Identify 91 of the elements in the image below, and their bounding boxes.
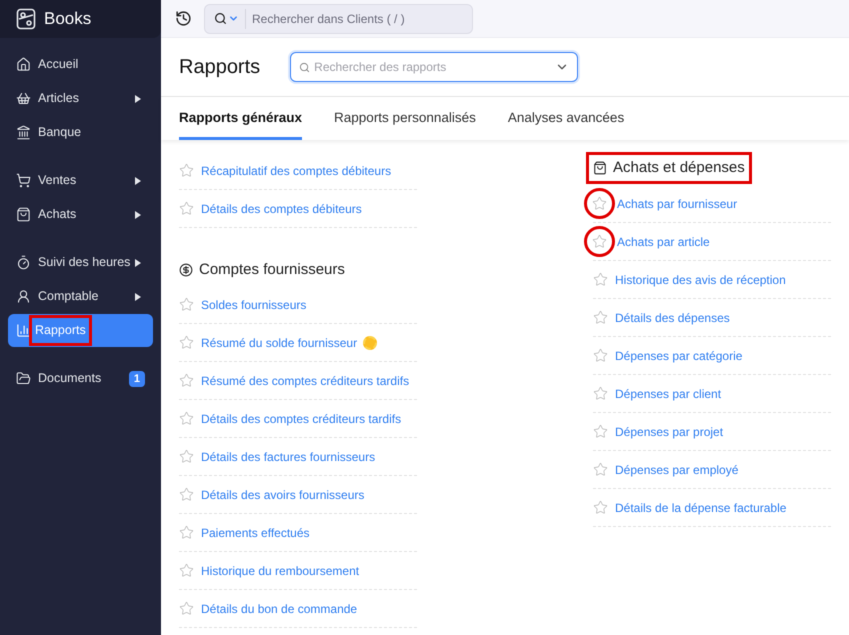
favorite-star-icon[interactable] <box>179 335 194 350</box>
report-link[interactable]: Détails du bon de commande <box>201 600 358 618</box>
report-link[interactable]: Achats par fournisseur <box>617 194 738 212</box>
sidebar-label: Rapports <box>35 323 86 338</box>
sidebar-label: Documents <box>38 370 102 388</box>
report-link[interactable]: Détails des comptes débiteurs <box>201 200 362 218</box>
submenu-arrow-icon <box>135 94 141 102</box>
favorite-star-icon[interactable] <box>593 500 608 515</box>
search-input[interactable]: Rechercher des rapports <box>314 58 556 76</box>
report-tab[interactable]: Rapports personnalisés <box>334 108 476 140</box>
favorite-star-icon[interactable] <box>593 310 608 325</box>
favorite-star-icon[interactable] <box>179 163 194 178</box>
report-link[interactable]: Achats par article <box>617 232 710 250</box>
favorite-star-icon[interactable] <box>592 234 607 249</box>
sidebar-item[interactable]: Articles <box>8 82 153 115</box>
cart-icon <box>16 173 31 188</box>
sidebar-item[interactable]: Rapports <box>8 314 153 347</box>
count-badge: 1 <box>128 370 145 386</box>
app-name: Books <box>44 8 92 30</box>
report-link[interactable]: Dépenses par catégorie <box>615 346 742 364</box>
sidebar-label: Accueil <box>38 56 78 74</box>
sidebar-item[interactable]: Suivi des heures <box>8 246 153 279</box>
report-link[interactable]: Dépenses par client <box>615 384 722 402</box>
favorite-star-icon[interactable] <box>179 601 194 616</box>
sidebar-label: Suivi des heures <box>38 254 130 272</box>
favorite-star-icon[interactable] <box>592 196 607 211</box>
user-icon <box>16 289 31 304</box>
favorite-star-icon[interactable] <box>179 525 194 540</box>
favorite-star-icon[interactable] <box>179 411 194 426</box>
favorite-star-icon[interactable] <box>179 373 194 388</box>
sidebar-item[interactable]: Banque <box>8 116 153 149</box>
favorite-star-icon[interactable] <box>593 386 608 401</box>
favorite-star-icon[interactable] <box>179 449 194 464</box>
report-link[interactable]: Détails des comptes créditeurs tardifs <box>201 410 402 428</box>
report-link[interactable]: Soldes fournisseurs <box>201 296 306 314</box>
report-link[interactable]: Historique des avis de réception <box>615 270 786 288</box>
favorite-star-icon[interactable] <box>593 348 608 363</box>
sidebar-item[interactable]: Documents 1 <box>8 362 153 395</box>
report-link[interactable]: Détails des factures fournisseurs <box>201 448 376 466</box>
sidebar-label: Comptable <box>38 288 98 306</box>
basket-icon <box>16 91 31 106</box>
report-link[interactable]: Détails de la dépense facturable <box>615 498 786 516</box>
bag-icon <box>16 207 31 222</box>
home-icon <box>16 57 31 72</box>
sidebar-label: Articles <box>38 90 79 108</box>
history-icon[interactable] <box>175 10 192 27</box>
search-icon <box>299 62 310 72</box>
new-badge-icon <box>363 336 378 350</box>
report-link[interactable]: Historique du remboursement <box>201 562 360 580</box>
report-link[interactable]: Dépenses par employé <box>615 460 738 478</box>
favorite-star-icon[interactable] <box>593 424 608 439</box>
favorite-star-icon[interactable] <box>179 487 194 502</box>
favorite-star-icon[interactable] <box>593 462 608 477</box>
report-link[interactable]: Résumé du solde fournisseur <box>201 334 358 352</box>
page-title: Rapports <box>179 55 260 80</box>
submenu-arrow-icon <box>135 210 141 218</box>
report-link[interactable]: Détails des dépenses <box>615 308 730 326</box>
search-icon <box>214 12 227 25</box>
sidebar-item[interactable]: Achats <box>8 198 153 231</box>
favorite-star-icon[interactable] <box>179 201 194 216</box>
report-link[interactable]: Résumé des comptes créditeurs tardifs <box>201 372 410 390</box>
favorite-star-icon[interactable] <box>593 272 608 287</box>
report-link[interactable]: Détails des avoirs fournisseurs <box>201 486 364 504</box>
sidebar-item[interactable]: Comptable <box>8 280 153 313</box>
bar-chart-icon <box>16 323 31 338</box>
section-title: Achats et dépenses <box>613 158 745 178</box>
sidebar-item[interactable]: Ventes <box>8 164 153 197</box>
submenu-arrow-icon <box>135 176 141 184</box>
sidebar-label: Banque <box>38 124 82 142</box>
report-link[interactable]: Dépenses par projet <box>615 422 724 440</box>
sidebar-label: Ventes <box>38 172 76 190</box>
sidebar-label: Achats <box>38 206 76 224</box>
bag-icon <box>593 161 607 175</box>
sidebar-item[interactable]: Accueil <box>8 48 153 81</box>
report-tab[interactable]: Rapports généraux <box>179 108 302 140</box>
report-search-field[interactable]: Rechercher des rapports <box>290 52 578 82</box>
folder-icon <box>16 371 31 386</box>
favorite-star-icon[interactable] <box>179 297 194 312</box>
stopwatch-icon <box>16 255 31 270</box>
books-logo-icon <box>16 8 36 30</box>
report-tab[interactable]: Analyses avancées <box>508 108 624 140</box>
submenu-arrow-icon <box>135 258 141 266</box>
favorite-star-icon[interactable] <box>179 563 194 578</box>
search-input[interactable]: Rechercher dans Clients ( / ) <box>252 10 452 28</box>
bank-icon <box>16 125 31 140</box>
report-link[interactable]: Paiements effectués <box>201 524 310 542</box>
report-link[interactable]: Récapitulatif des comptes débiteurs <box>201 162 392 180</box>
section-title: Comptes fournisseurs <box>199 260 345 280</box>
submenu-arrow-icon <box>135 292 141 300</box>
dollar-coin-icon <box>179 263 193 277</box>
global-search-field[interactable]: Rechercher dans Clients ( / ) <box>204 4 473 34</box>
